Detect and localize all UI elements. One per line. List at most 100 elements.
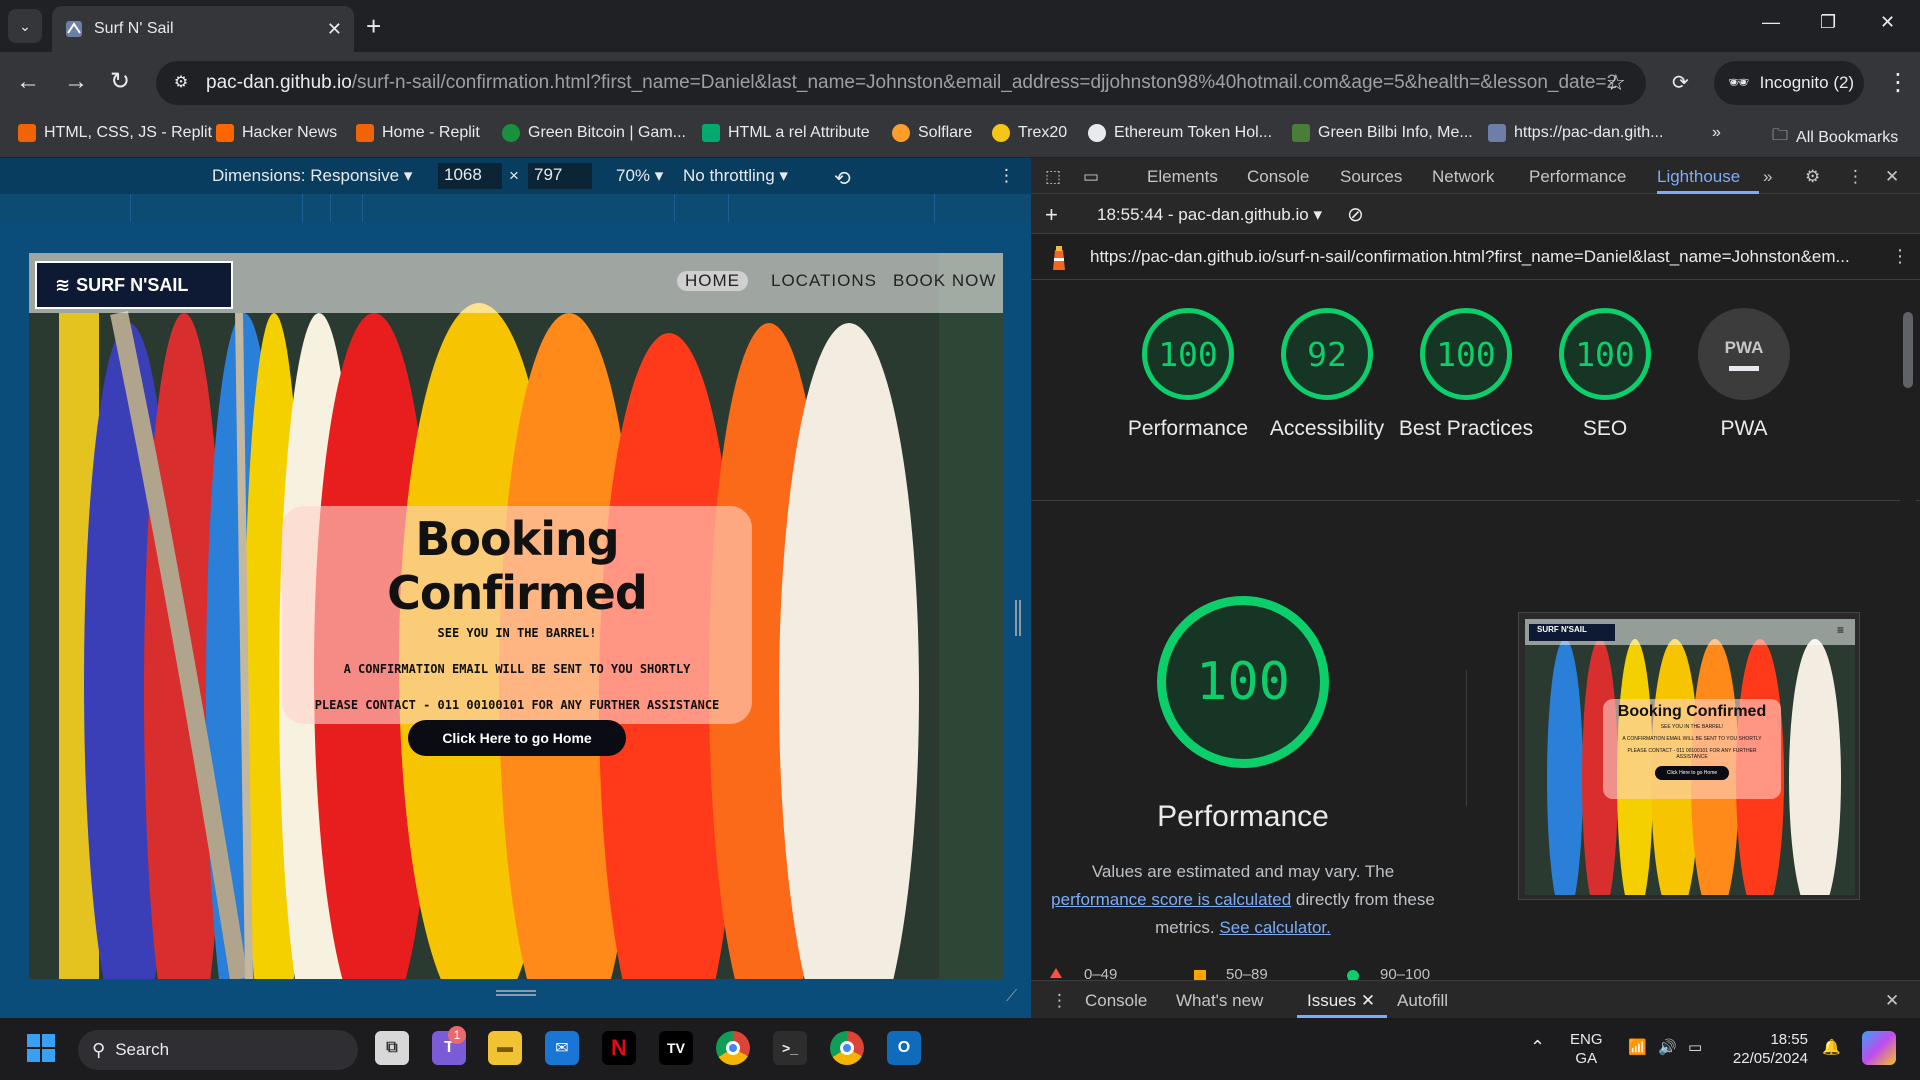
- reload-icon[interactable]: ↻: [110, 68, 130, 96]
- drawer-tab-issues[interactable]: Issues ✕: [1307, 991, 1375, 1011]
- wifi-icon[interactable]: 📶: [1628, 1038, 1647, 1057]
- tab-console[interactable]: Console: [1247, 167, 1309, 187]
- devtools-menu-icon[interactable]: ⋮: [1847, 167, 1864, 187]
- close-window-icon[interactable]: ✕: [1880, 12, 1895, 33]
- back-icon[interactable]: ←: [16, 68, 40, 96]
- address-bar[interactable]: ⚙ pac-dan.github.io/surf-n-sail/confirma…: [156, 61, 1646, 105]
- tab-elements[interactable]: Elements: [1147, 167, 1218, 187]
- file-explorer-icon[interactable]: ▬: [488, 1031, 522, 1065]
- clock[interactable]: 18:55 22/05/2024: [1724, 1030, 1808, 1068]
- chrome-icon[interactable]: [716, 1031, 750, 1065]
- restore-icon[interactable]: ❐: [1820, 12, 1836, 33]
- accessibility-gauge[interactable]: 92: [1281, 308, 1373, 400]
- browser-toolbar: ← → ↻ ⚙ pac-dan.github.io/surf-n-sail/co…: [0, 52, 1920, 114]
- performance-gauge[interactable]: 100: [1142, 308, 1234, 400]
- taskbar-search[interactable]: ⚲ Search: [78, 1030, 358, 1070]
- close-issues-icon[interactable]: ✕: [1361, 991, 1375, 1010]
- tab-network[interactable]: Network: [1432, 167, 1494, 187]
- task-view-icon[interactable]: ⧉: [375, 1031, 409, 1065]
- dimensions-select[interactable]: Dimensions: Responsive ▾: [212, 166, 412, 186]
- tab-performance[interactable]: Performance: [1529, 167, 1626, 187]
- copilot-icon[interactable]: [1862, 1031, 1896, 1065]
- incognito-badge[interactable]: 🕶 Incognito (2): [1714, 61, 1864, 105]
- bookmark-item[interactable]: HTML, CSS, JS - Replit: [18, 124, 212, 142]
- bookmark-item[interactable]: Green Bitcoin | Gam...: [502, 124, 686, 142]
- outlook-new-icon[interactable]: O: [887, 1031, 921, 1065]
- device-toolbar: Dimensions: Responsive ▾ 1068 × 797 70% …: [0, 158, 1031, 194]
- netflix-icon[interactable]: N: [602, 1031, 636, 1065]
- tab-lighthouse[interactable]: Lighthouse: [1657, 167, 1740, 187]
- menu-icon[interactable]: ⋮: [1886, 69, 1910, 97]
- bookmark-item[interactable]: Hacker News: [216, 124, 337, 142]
- new-tab-button[interactable]: +: [366, 12, 381, 40]
- tradingview-icon[interactable]: TV: [659, 1031, 693, 1065]
- nav-locations[interactable]: LOCATIONS: [771, 271, 877, 291]
- tab-sources[interactable]: Sources: [1340, 167, 1402, 187]
- bookmark-star-icon[interactable]: ☆: [1606, 69, 1626, 97]
- resize-corner-icon[interactable]: ⟋: [1006, 988, 1017, 1006]
- bookmark-item[interactable]: Solflare: [892, 124, 972, 142]
- report-scrollbar[interactable]: [1900, 284, 1916, 978]
- width-input[interactable]: 1068: [438, 163, 502, 189]
- more-bookmarks-icon[interactable]: »: [1712, 124, 1721, 142]
- throttling-select[interactable]: No throttling ▾: [683, 166, 788, 186]
- zoom-select[interactable]: 70% ▾: [616, 166, 663, 186]
- chrome-profile-icon[interactable]: [830, 1031, 864, 1065]
- pwa-badge[interactable]: PWA: [1698, 308, 1790, 400]
- battery-icon[interactable]: ▭: [1688, 1038, 1702, 1057]
- windows-start-icon[interactable]: [24, 1031, 58, 1065]
- clear-reports-icon[interactable]: ⊘: [1347, 202, 1364, 227]
- more-tabs-icon[interactable]: »: [1763, 167, 1772, 187]
- close-tab-icon[interactable]: ✕: [327, 19, 342, 40]
- rotate-icon[interactable]: ⟲: [834, 166, 851, 191]
- resize-handle-bottom[interactable]: [496, 990, 536, 996]
- new-report-icon[interactable]: +: [1045, 202, 1058, 228]
- volume-icon[interactable]: 🔊: [1658, 1038, 1677, 1057]
- seo-gauge[interactable]: 100: [1559, 308, 1651, 400]
- resize-handle-right[interactable]: [1015, 600, 1021, 636]
- browser-tab[interactable]: Surf N' Sail ✕: [52, 6, 354, 52]
- site-logo[interactable]: ≋ SURF N'SAIL: [35, 261, 233, 309]
- nav-home[interactable]: HOME: [677, 271, 748, 291]
- best-practices-gauge[interactable]: 100: [1420, 308, 1512, 400]
- close-devtools-icon[interactable]: ✕: [1885, 167, 1899, 187]
- drawer-menu-icon[interactable]: ⋮: [1051, 991, 1068, 1011]
- drawer-tab-console[interactable]: Console: [1085, 991, 1147, 1011]
- settings-gear-icon[interactable]: ⚙: [1805, 167, 1820, 187]
- bookmark-item[interactable]: HTML a rel Attribute: [702, 124, 870, 142]
- score-calculated-link[interactable]: performance score is calculated: [1051, 890, 1291, 909]
- forward-icon[interactable]: →: [64, 68, 88, 96]
- language-indicator[interactable]: ENG GA: [1570, 1030, 1603, 1068]
- extensions-icon[interactable]: ⟳: [1672, 69, 1689, 97]
- report-url-bar: https://pac-dan.github.io/surf-n-sail/co…: [1031, 234, 1920, 280]
- mail-icon[interactable]: ✉: [545, 1031, 579, 1065]
- bookmark-item[interactable]: Trex20: [992, 124, 1067, 142]
- report-menu-icon[interactable]: ⋮: [1891, 246, 1909, 267]
- final-screenshot-thumbnail[interactable]: SURF N'SAIL ≡ Booking Confirmed SEE YOU …: [1518, 612, 1860, 900]
- scrollbar-thumb[interactable]: [1903, 312, 1913, 388]
- go-home-button[interactable]: Click Here to go Home: [408, 720, 626, 756]
- all-bookmarks-button[interactable]: 🗀 All Bookmarks: [1772, 124, 1898, 151]
- report-select[interactable]: 18:55:44 - pac-dan.github.io ▾: [1097, 205, 1322, 225]
- drawer-tab-whats-new[interactable]: What's new: [1176, 991, 1263, 1011]
- tab-search-button[interactable]: ⌄: [8, 9, 42, 43]
- device-toggle-icon[interactable]: ▭: [1083, 167, 1099, 187]
- close-drawer-icon[interactable]: ✕: [1885, 991, 1899, 1011]
- notification-bell-icon[interactable]: 🔔: [1822, 1038, 1841, 1057]
- see-calculator-link[interactable]: See calculator.: [1219, 918, 1331, 937]
- bookmark-item[interactable]: Home - Replit: [356, 124, 480, 142]
- minimize-icon[interactable]: —: [1762, 12, 1780, 33]
- terminal-icon[interactable]: >_: [773, 1031, 807, 1065]
- bookmark-item[interactable]: https://pac-dan.gith...: [1488, 124, 1663, 142]
- nav-book-now[interactable]: BOOK NOW: [893, 271, 996, 291]
- inspect-element-icon[interactable]: ⬚: [1045, 167, 1061, 187]
- bookmark-item[interactable]: Ethereum Token Hol...: [1088, 124, 1272, 142]
- device-more-icon[interactable]: ⋮: [998, 166, 1015, 186]
- site-favicon-icon: [66, 21, 82, 37]
- taskbar: ⚲ Search ⧉ T 1 ▬ ✉ N TV >_ O ⌃ ENG GA 📶 🔊…: [0, 1018, 1920, 1080]
- show-hidden-icons[interactable]: ⌃: [1530, 1038, 1545, 1057]
- drawer-tab-autofill[interactable]: Autofill: [1397, 991, 1448, 1011]
- bookmark-item[interactable]: Green Bilbi Info, Me...: [1292, 124, 1473, 142]
- site-info-icon[interactable]: ⚙: [170, 72, 192, 94]
- height-input[interactable]: 797: [528, 163, 592, 189]
